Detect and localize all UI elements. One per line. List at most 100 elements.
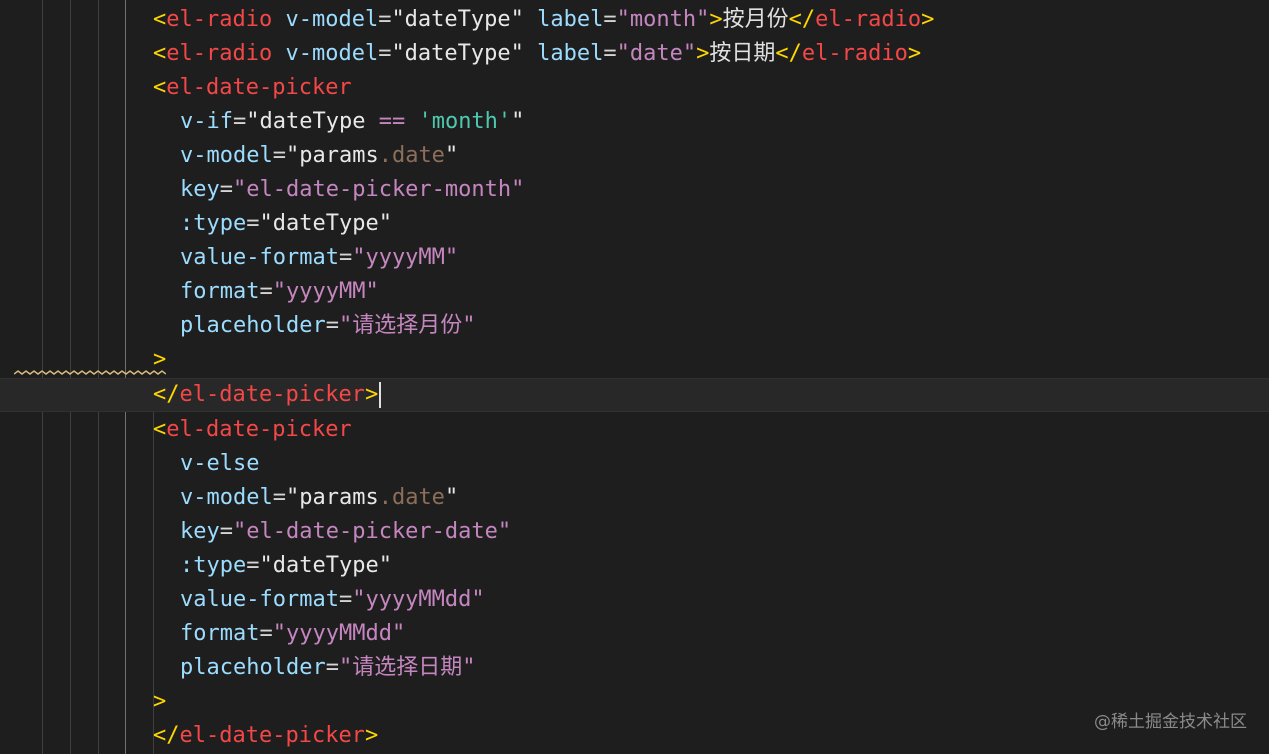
equals-sign: =	[246, 211, 260, 236]
text-content: 按月份	[722, 7, 789, 32]
equals-sign: =	[325, 655, 339, 680]
attribute-name: format	[180, 621, 260, 646]
expression-string: 'month'	[418, 109, 512, 134]
code-editor[interactable]: <el-radio v-model="dateType" label="mont…	[0, 0, 1269, 754]
tag-open-bracket: <	[153, 75, 167, 100]
attribute-value: "dateType"	[391, 41, 524, 66]
equals-sign: =	[378, 7, 392, 32]
code-line[interactable]: v-model="params.date"	[0, 139, 1269, 173]
equals-sign: =	[232, 109, 247, 134]
tag-open-bracket: <	[153, 417, 167, 442]
quote: "	[285, 143, 300, 168]
attribute-value: "yyyyMMdd"	[272, 621, 406, 646]
code-line[interactable]: >	[0, 343, 1269, 377]
expression-property: .date	[378, 143, 445, 168]
equals-sign: =	[603, 7, 617, 32]
attribute-name: key	[180, 177, 220, 202]
attribute-name: value-format	[180, 245, 339, 270]
attribute-name: v-model	[180, 143, 273, 168]
code-line[interactable]: </el-date-picker>	[0, 719, 1269, 753]
code-line[interactable]: <el-radio v-model="dateType" label="mont…	[0, 3, 1269, 37]
attribute-name: placeholder	[180, 655, 326, 680]
quote: "	[246, 109, 260, 134]
code-line[interactable]: :type="dateType"	[0, 549, 1269, 583]
attribute-name: v-if	[180, 109, 233, 134]
closing-tag-close-bracket: >	[364, 723, 379, 748]
tag-name: el-radio	[166, 7, 273, 32]
attribute-value: "yyyyMMdd"	[352, 587, 485, 612]
code-line[interactable]: <el-radio v-model="dateType" label="date…	[0, 37, 1269, 71]
tag-close-bracket: >	[153, 689, 167, 714]
quote: "	[338, 655, 353, 680]
code-line[interactable]: :type="dateType"	[0, 207, 1269, 241]
tag-close-bracket: >	[696, 41, 710, 66]
text-cursor	[379, 382, 382, 408]
equals-sign: =	[272, 485, 286, 510]
code-line[interactable]: <el-date-picker	[0, 413, 1269, 447]
quote: "	[444, 485, 459, 510]
quote: "	[444, 143, 459, 168]
expression-object: params	[299, 143, 379, 168]
attribute-name: v-else	[180, 451, 260, 476]
tag-close-bracket: >	[709, 7, 723, 32]
closing-tag-name: el-date-picker	[179, 723, 365, 748]
watermark: @稀土掘金技术社区	[1094, 712, 1247, 732]
closing-tag-name: el-radio	[801, 41, 908, 66]
equals-sign: =	[603, 41, 617, 66]
attribute-name: v-model	[285, 7, 379, 32]
equals-sign: =	[272, 143, 286, 168]
equals-sign: =	[325, 313, 339, 338]
equals-sign: =	[219, 177, 233, 202]
attribute-value: 请选择月份	[352, 313, 463, 338]
attribute-name: key	[180, 519, 220, 544]
quote: "	[462, 655, 476, 680]
code-line[interactable]: v-if="dateType == 'month'"	[0, 105, 1269, 139]
attribute-value: "yyyyMM"	[352, 245, 459, 270]
attribute-name: label	[537, 41, 604, 66]
attribute-name: label	[537, 7, 604, 32]
quote: "	[338, 313, 353, 338]
code-line[interactable]: v-model="params.date"	[0, 481, 1269, 515]
code-line[interactable]: placeholder="请选择月份"	[0, 309, 1269, 343]
code-line[interactable]: <el-date-picker	[0, 71, 1269, 105]
code-line[interactable]: key="el-date-picker-month"	[0, 173, 1269, 207]
equals-sign: =	[259, 279, 273, 304]
quote: "	[511, 109, 525, 134]
attribute-name: format	[180, 279, 260, 304]
attribute-value: 请选择日期	[352, 655, 463, 680]
code-line[interactable]: value-format="yyyyMM"	[0, 241, 1269, 275]
code-line[interactable]: value-format="yyyyMMdd"	[0, 583, 1269, 617]
code-line[interactable]: key="el-date-picker-date"	[0, 515, 1269, 549]
equals-sign: =	[219, 519, 233, 544]
closing-tag-open-bracket: </	[153, 723, 180, 748]
tag-name: el-date-picker	[166, 417, 352, 442]
closing-tag-close-bracket: >	[364, 382, 379, 407]
closing-tag-name: el-date-picker	[179, 382, 365, 407]
code-line[interactable]: format="yyyyMMdd"	[0, 617, 1269, 651]
tag-close-bracket: >	[153, 347, 167, 372]
current-line[interactable]: </el-date-picker>	[0, 378, 1269, 412]
text-content: 按日期	[709, 41, 776, 66]
quote: "	[285, 485, 300, 510]
attribute-value: "month"	[616, 7, 710, 32]
code-line[interactable]: format="yyyyMM"	[0, 275, 1269, 309]
code-line[interactable]: v-else	[0, 447, 1269, 481]
attribute-name: :type	[180, 211, 247, 236]
attribute-value: "el-date-picker-date"	[233, 519, 512, 544]
attribute-name: v-model	[285, 41, 379, 66]
attribute-name: placeholder	[180, 313, 326, 338]
code-line[interactable]: >	[0, 685, 1269, 719]
equals-sign: =	[259, 621, 273, 646]
attribute-value: "dateType"	[259, 553, 392, 578]
quote: "	[462, 313, 476, 338]
closing-tag-name: el-radio	[815, 7, 922, 32]
attribute-value: "yyyyMM"	[272, 279, 379, 304]
attribute-value: "dateType"	[391, 7, 524, 32]
tag-open-bracket: <	[153, 41, 167, 66]
closing-tag-open-bracket: </	[775, 41, 802, 66]
attribute-value: "date"	[616, 41, 697, 66]
attribute-value: "el-date-picker-month"	[233, 177, 525, 202]
equals-sign: =	[378, 41, 392, 66]
code-line[interactable]: placeholder="请选择日期"	[0, 651, 1269, 685]
attribute-value: "dateType"	[259, 211, 392, 236]
